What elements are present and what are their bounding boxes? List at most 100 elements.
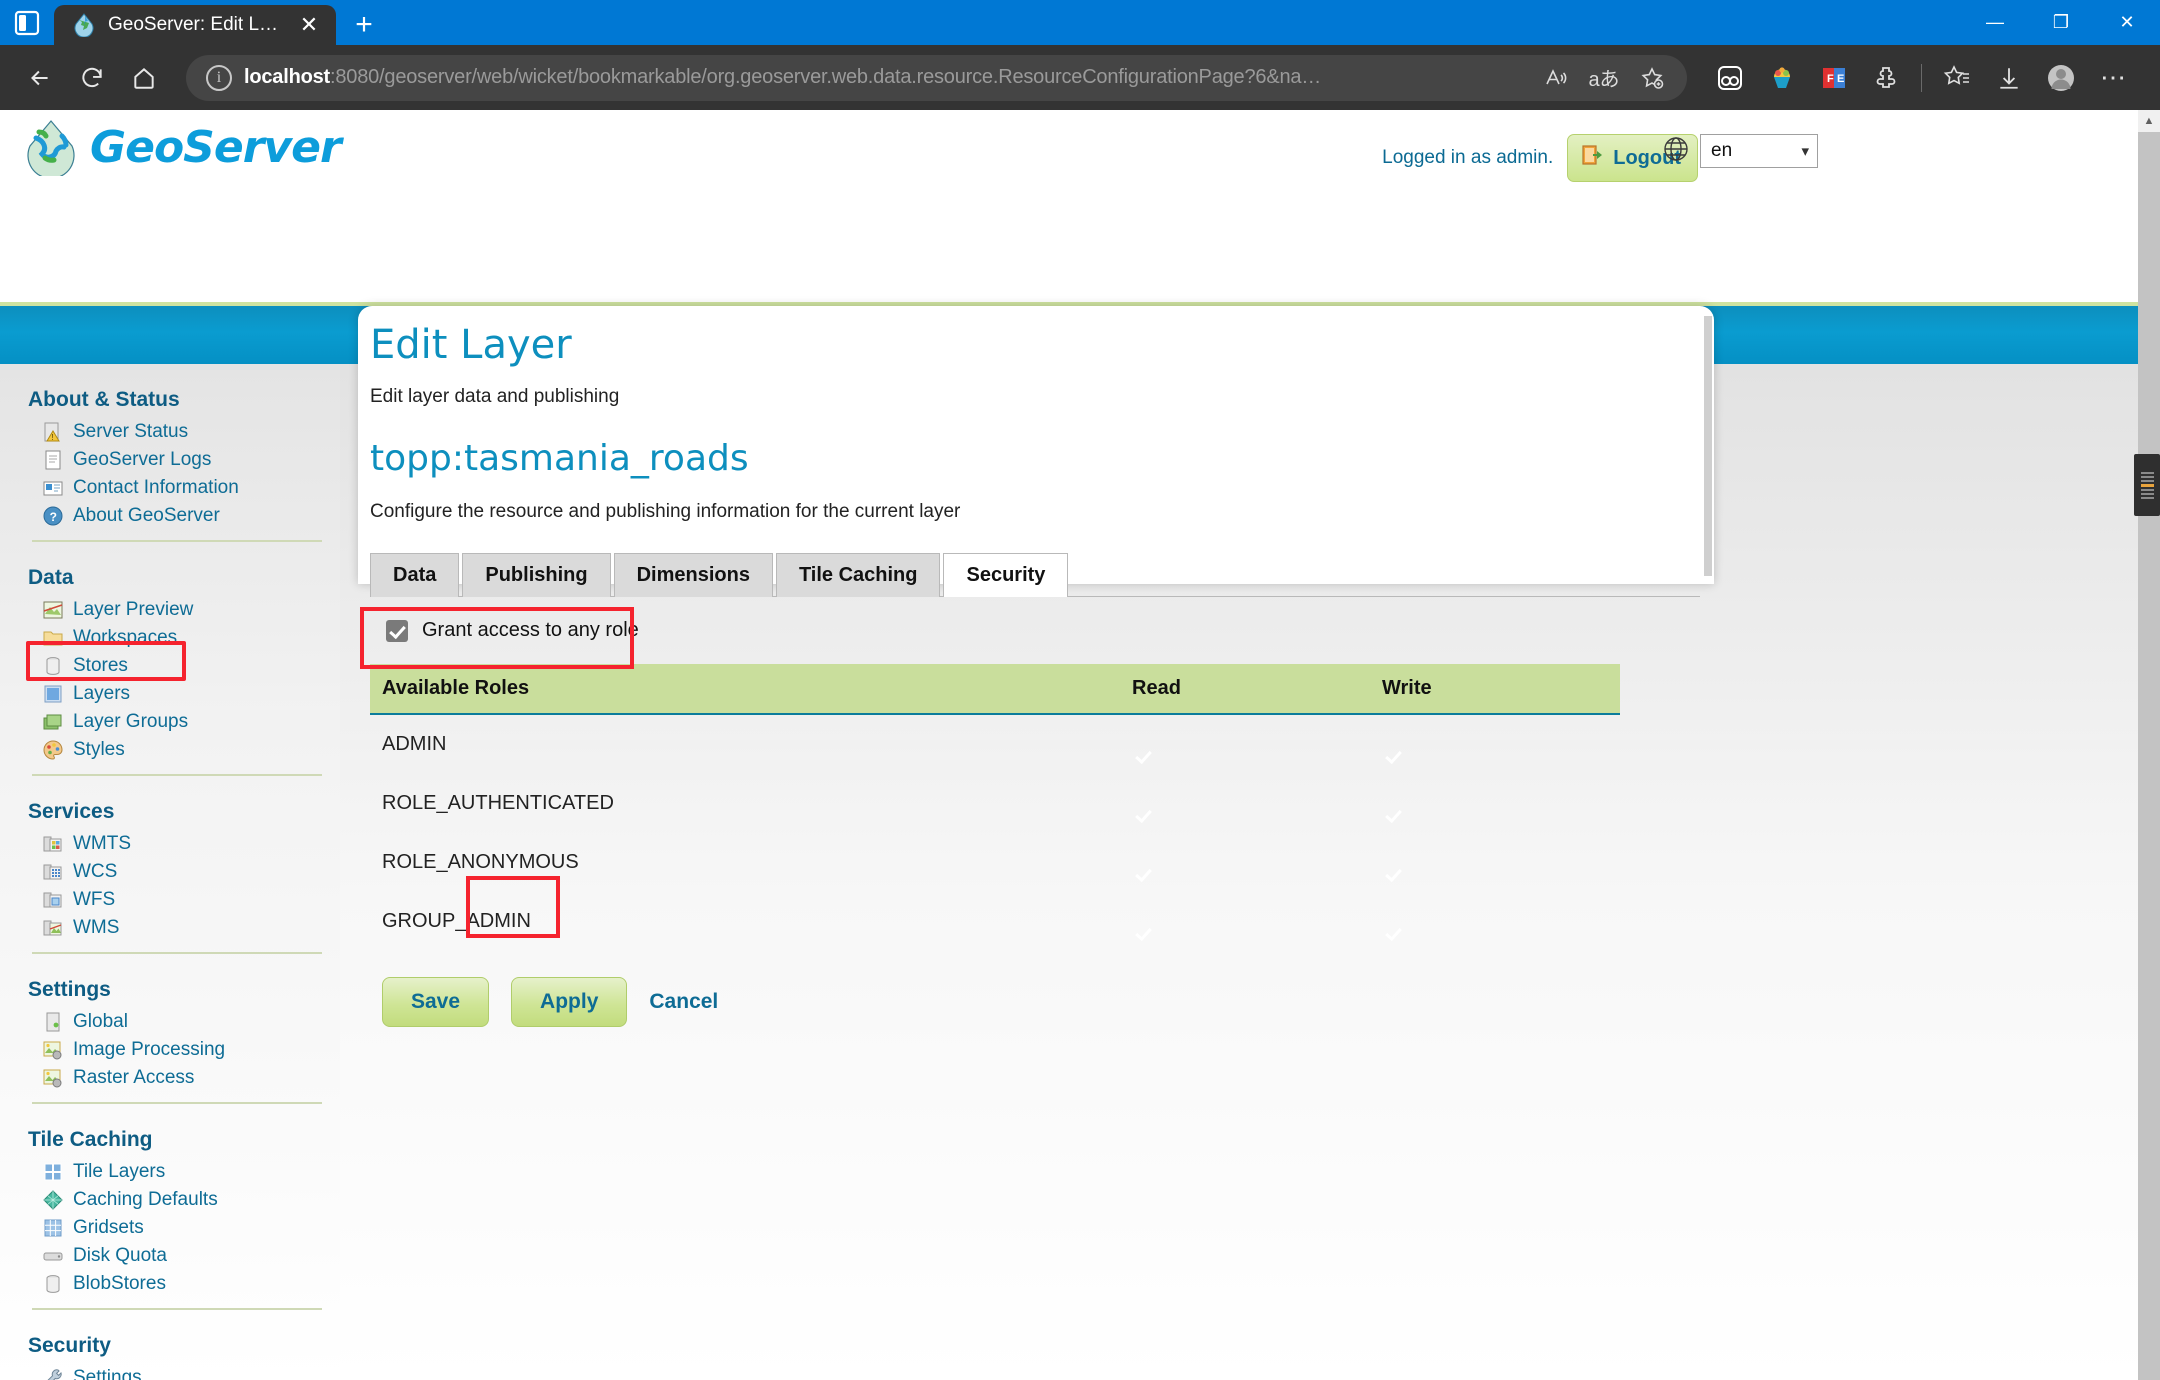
read-aloud-icon[interactable]: [1533, 56, 1579, 100]
reload-icon[interactable]: [68, 54, 116, 102]
apply-button[interactable]: Apply: [511, 977, 628, 1027]
sidebar-item-label: GeoServer Logs: [73, 449, 212, 470]
tab-dimensions[interactable]: Dimensions: [613, 553, 773, 597]
sidebar-item-layer-groups[interactable]: Layer Groups: [28, 708, 322, 736]
sidebar-group-security: Security Settings Authentication: [28, 1320, 322, 1380]
sidebar-item-label: Layer Preview: [73, 599, 194, 620]
write-cell: [1370, 892, 1620, 951]
sidebar-item-about-geoserver[interactable]: ? About GeoServer: [28, 502, 322, 530]
sidebar-item-layers[interactable]: Layers: [28, 680, 322, 708]
add-favorite-icon[interactable]: [1629, 56, 1675, 100]
tab-security[interactable]: Security: [943, 553, 1069, 597]
sidebar-item-label: BlobStores: [73, 1273, 166, 1294]
home-icon[interactable]: [120, 54, 168, 102]
extensions-bar: F E ⋯: [1705, 54, 2144, 102]
logged-in-label: Logged in as admin.: [1382, 147, 1554, 168]
page-subtitle: Edit layer data and publishing: [370, 386, 620, 407]
gridsets-icon: [42, 1217, 64, 1239]
tab-close-icon[interactable]: ✕: [292, 8, 326, 42]
fe-extension-icon[interactable]: F E: [1809, 54, 1859, 102]
grant-access-checkbox[interactable]: [386, 619, 408, 642]
sidebar-group-settings: Settings Global Image Processing Raster …: [28, 964, 322, 1104]
settings-more-icon[interactable]: ⋯: [2088, 54, 2138, 102]
database-icon: [42, 655, 64, 677]
image-processing-icon: [42, 1039, 64, 1061]
sidebar-item-styles[interactable]: Styles: [28, 736, 322, 764]
sidebar-item-label: Workspaces: [73, 627, 178, 648]
tab-publishing[interactable]: Publishing: [462, 553, 611, 597]
minimize-icon[interactable]: —: [1962, 0, 2028, 45]
browser-tab[interactable]: GeoServer: Edit Layer ✕: [54, 5, 336, 45]
tab-bar: Data Publishing Dimensions Tile Caching …: [370, 553, 1700, 597]
language-select[interactable]: en ▾: [1700, 134, 1818, 168]
address-bar[interactable]: i localhost:8080/geoserver/web/wicket/bo…: [186, 54, 1687, 101]
sidebar-item-disk-quota[interactable]: Disk Quota: [28, 1242, 322, 1270]
sidebar-item-global[interactable]: Global: [28, 1008, 322, 1036]
puzzle-extension-icon[interactable]: [1861, 54, 1911, 102]
sidebar-item-tile-layers[interactable]: Tile Layers: [28, 1158, 322, 1186]
sidebar-item-label: Image Processing: [73, 1039, 226, 1060]
downloads-icon[interactable]: [1984, 54, 2034, 102]
svg-text:F: F: [1827, 73, 1834, 85]
shaved-ice-extension-icon[interactable]: [1757, 54, 1807, 102]
role-name: ROLE_AUTHENTICATED: [382, 792, 614, 814]
sidebar-item-server-status[interactable]: ! Server Status: [28, 418, 322, 446]
language-switcher[interactable]: en ▾: [1662, 134, 1818, 168]
sidebar-item-geoserver-logs[interactable]: GeoServer Logs: [28, 446, 322, 474]
grant-access-label: Grant access to any role: [422, 619, 639, 641]
sidebar-divider: [32, 1102, 322, 1104]
document-icon: [42, 449, 64, 471]
sidebar-item-workspaces[interactable]: Workspaces: [28, 624, 322, 652]
site-info-icon[interactable]: i: [206, 64, 232, 91]
sidebar-item-security-settings[interactable]: Settings: [28, 1364, 322, 1380]
tab-actions-icon[interactable]: [0, 0, 54, 45]
scroll-up-arrow-icon[interactable]: ▲: [2138, 110, 2160, 132]
maximize-icon[interactable]: ❐: [2028, 0, 2094, 45]
sidebar-item-wcs[interactable]: WCS: [28, 858, 322, 886]
sidebar-item-wmts[interactable]: WMTS: [28, 830, 322, 858]
url-path: :8080/geoserver/web/wicket/bookmarkable/…: [330, 66, 1322, 88]
glasses-extension-icon[interactable]: [1705, 54, 1755, 102]
sidebar-item-caching-defaults[interactable]: Caching Defaults: [28, 1186, 322, 1214]
sidebar-item-label: Settings: [73, 1367, 142, 1380]
back-icon[interactable]: [16, 54, 64, 102]
panel-scrollbar[interactable]: [1704, 316, 1712, 576]
sidebar-item-label: Disk Quota: [73, 1245, 167, 1266]
sidebar-item-gridsets[interactable]: Gridsets: [28, 1214, 322, 1242]
sidebar-item-label: Global: [73, 1011, 128, 1032]
tab-tile-caching[interactable]: Tile Caching: [775, 553, 941, 597]
folder-icon: [42, 627, 64, 649]
tile-layers-icon: [42, 1161, 64, 1183]
sidebar-item-contact-information[interactable]: Contact Information: [28, 474, 322, 502]
scrollbar-track[interactable]: [2134, 132, 2160, 1380]
sidebar-item-blobstores[interactable]: BlobStores: [28, 1270, 322, 1298]
page-scrollbar[interactable]: ▲: [2134, 110, 2160, 1380]
tab-data[interactable]: Data: [370, 553, 460, 597]
sidebar-item-wfs[interactable]: WFS: [28, 886, 322, 914]
service-wcs-icon: [42, 861, 64, 883]
layer-group-icon: [42, 711, 64, 733]
grant-access-row[interactable]: Grant access to any role: [370, 597, 1700, 664]
page-description: Configure the resource and publishing in…: [370, 501, 961, 522]
collections-icon[interactable]: [1932, 54, 1982, 102]
help-circle-icon: ?: [42, 505, 64, 527]
scrollbar-marker[interactable]: [2134, 454, 2160, 516]
window-close-icon[interactable]: ✕: [2094, 0, 2160, 45]
new-tab-button[interactable]: +: [342, 5, 386, 45]
geoserver-page: GeoServer Logged in as admin. Logout en …: [0, 110, 2138, 1380]
sidebar-item-layer-preview[interactable]: Layer Preview: [28, 596, 322, 624]
profile-avatar-icon[interactable]: [2036, 54, 2086, 102]
browser-navbar: i localhost:8080/geoserver/web/wicket/bo…: [0, 45, 2160, 110]
cancel-button[interactable]: Cancel: [649, 990, 718, 1014]
marker-line: [2140, 488, 2154, 491]
save-button[interactable]: Save: [382, 977, 490, 1027]
role-name: ADMIN: [382, 733, 447, 755]
sidebar-item-stores[interactable]: Stores: [28, 652, 322, 680]
svg-text:E: E: [1837, 73, 1844, 85]
sidebar-item-wms[interactable]: WMS: [28, 914, 322, 942]
geoserver-logo[interactable]: GeoServer: [22, 118, 342, 176]
translate-icon[interactable]: aあ: [1581, 56, 1627, 100]
sidebar-item-raster-access[interactable]: Raster Access: [28, 1064, 322, 1092]
write-cell: [1370, 714, 1620, 774]
sidebar-item-image-processing[interactable]: Image Processing: [28, 1036, 322, 1064]
